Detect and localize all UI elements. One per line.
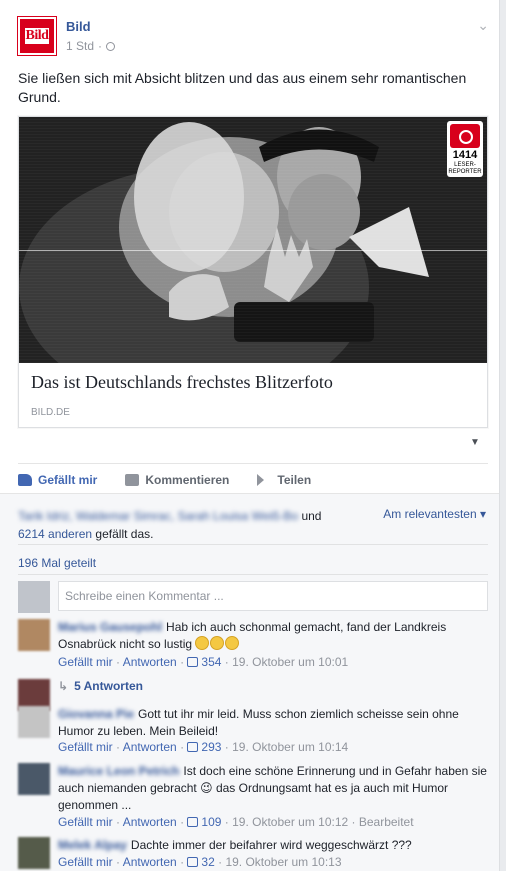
- comment-icon: [125, 474, 140, 486]
- comment-reply-link[interactable]: Antworten: [123, 815, 177, 829]
- comment-reply-link[interactable]: Antworten: [123, 655, 177, 669]
- comment-meta: Gefällt mir · Antworten · 32 · 19. Oktob…: [58, 855, 342, 869]
- post-time[interactable]: 1 Std: [66, 39, 94, 53]
- page-name[interactable]: Bild: [66, 19, 91, 34]
- like-button[interactable]: Gefällt mir: [18, 470, 97, 490]
- action-bar: Gefällt mir Kommentieren Teilen: [18, 470, 488, 490]
- shares-count[interactable]: 196 Mal geteilt: [18, 556, 96, 570]
- chevron-down-icon[interactable]: ⌄: [477, 17, 489, 34]
- comment-date[interactable]: 19. Oktober um 10:01: [232, 655, 348, 669]
- caret-down-icon[interactable]: ▼: [470, 437, 480, 448]
- comment-like-count[interactable]: 354: [187, 655, 221, 669]
- share-button[interactable]: Teilen: [257, 470, 311, 490]
- card-title[interactable]: Das ist Deutschlands frechstes Blitzerfo…: [31, 372, 333, 393]
- thumbs-up-icon: [187, 817, 199, 827]
- reactions-and-comments: Tarik Idriz, Waldemar Simrac, Sarah Loui…: [0, 493, 499, 871]
- sort-dropdown[interactable]: Am relevantesten ▾: [383, 507, 486, 521]
- post-header: Bild Bild 1 Std · ⌄: [18, 17, 489, 57]
- share-icon: [257, 474, 271, 486]
- commenter-name[interactable]: Giovanna Pie: [58, 707, 134, 721]
- commenter-name[interactable]: Marius Gausepohl: [58, 620, 162, 634]
- avatar: [18, 581, 50, 613]
- avatar[interactable]: [18, 619, 50, 651]
- edited-label[interactable]: Bearbeitet: [359, 815, 414, 829]
- card-domain: BILD.DE: [31, 407, 70, 418]
- laughing-emoji-icon: [225, 636, 240, 650]
- link-preview-card[interactable]: 1414 LESER-REPORTER Das ist Deutschlands…: [18, 116, 488, 428]
- post-text: Sie ließen sich mit Absicht blitzen und …: [18, 70, 467, 105]
- view-replies-link[interactable]: ↳ 5 Antworten: [58, 679, 143, 693]
- laughing-emoji-icon: [195, 636, 210, 650]
- comment-reply-link[interactable]: Antworten: [123, 855, 177, 869]
- liker-names[interactable]: Tarik Idriz, Waldemar Simrac, Sarah Loui…: [18, 509, 298, 523]
- comment-date[interactable]: 19. Oktober um 10:12: [232, 815, 348, 829]
- comment-meta: Gefällt mir · Antworten · 293 · 19. Okto…: [58, 740, 349, 754]
- comment-meta: Gefällt mir · Antworten · 354 · 19. Okto…: [58, 655, 349, 669]
- comment-like-link[interactable]: Gefällt mir: [58, 815, 113, 829]
- likes-summary: Tarik Idriz, Waldemar Simrac, Sarah Loui…: [18, 509, 322, 541]
- commenter-name[interactable]: Maurice Leon Petrich: [58, 764, 179, 778]
- leser-reporter-badge: 1414 LESER-REPORTER: [447, 121, 483, 177]
- thumbs-up-icon: [18, 474, 32, 486]
- comment-meta: Gefällt mir · Antworten · 109 · 19. Okto…: [58, 815, 414, 829]
- comment-date[interactable]: 19. Oktober um 10:13: [225, 855, 341, 869]
- likes-others-link[interactable]: 6214 anderen: [18, 527, 92, 541]
- avatar[interactable]: [18, 763, 50, 795]
- comment-like-link[interactable]: Gefällt mir: [58, 740, 113, 754]
- comment-like-count[interactable]: 109: [187, 815, 221, 829]
- comment-input[interactable]: Schreibe einen Kommentar ...: [58, 581, 488, 611]
- thumbs-up-icon: [187, 742, 199, 752]
- thumbs-up-icon: [187, 857, 199, 867]
- comment-like-count[interactable]: 293: [187, 740, 221, 754]
- reply-arrow-icon: ↳: [58, 679, 69, 693]
- avatar[interactable]: [18, 837, 50, 869]
- article-photo[interactable]: 1414 LESER-REPORTER: [19, 117, 487, 363]
- bild-logo[interactable]: Bild: [18, 17, 56, 55]
- comment-date[interactable]: 19. Oktober um 10:14: [232, 740, 348, 754]
- globe-icon: [106, 41, 116, 51]
- facebook-post: Bild Bild 1 Std · ⌄ Sie ließen sich mit …: [0, 0, 500, 871]
- camera-icon: [450, 124, 480, 148]
- comment-like-count[interactable]: 32: [187, 855, 215, 869]
- comment-button[interactable]: Kommentieren: [125, 470, 229, 490]
- comment-reply-link[interactable]: Antworten: [123, 740, 177, 754]
- post-meta: 1 Std ·: [66, 39, 116, 53]
- comment-like-link[interactable]: Gefällt mir: [58, 855, 113, 869]
- laughing-emoji-icon: [210, 636, 225, 650]
- comment-text: Dachte immer der beifahrer wird weggesch…: [130, 838, 412, 852]
- avatar[interactable]: [18, 706, 50, 738]
- thumbs-up-icon: [187, 657, 199, 667]
- comment-like-link[interactable]: Gefällt mir: [58, 655, 113, 669]
- commenter-name[interactable]: Melek Alpay: [58, 838, 127, 852]
